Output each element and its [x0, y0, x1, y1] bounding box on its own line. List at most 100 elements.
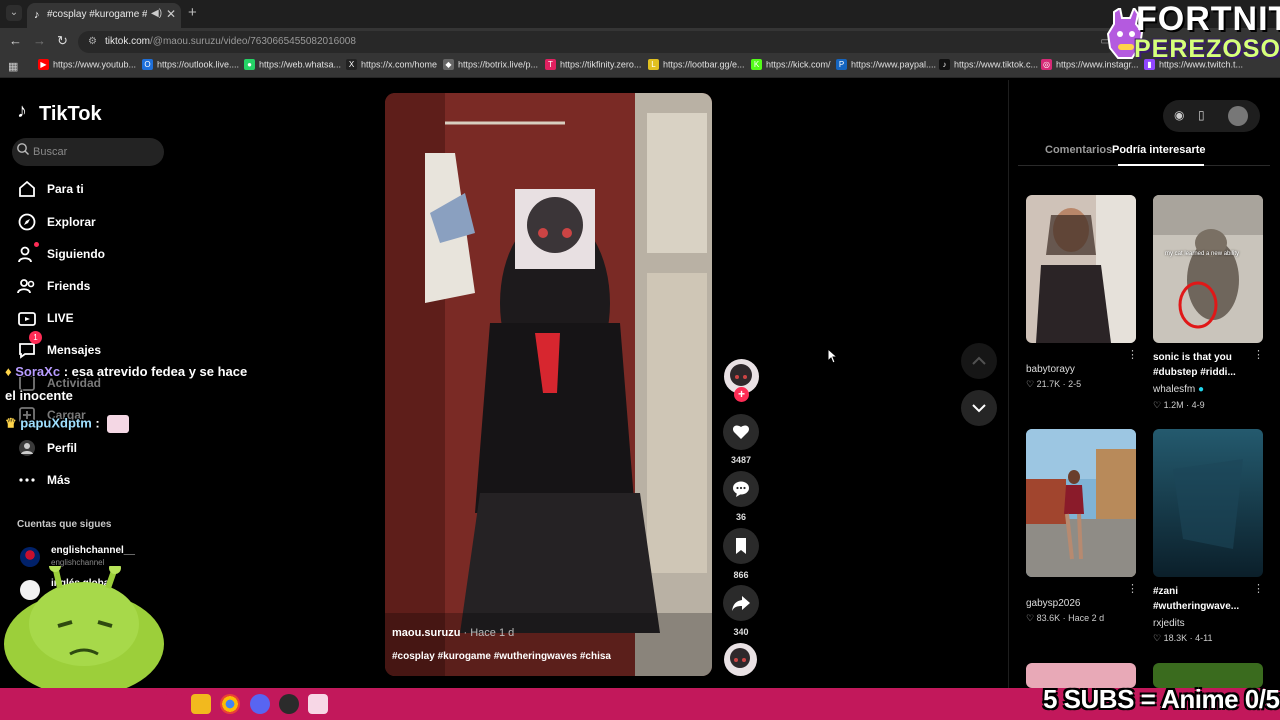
home-icon: [19, 180, 35, 197]
nav-live[interactable]: LIVE: [17, 307, 197, 331]
bookmark-item[interactable]: ◆ https://botrix.live/p...: [443, 59, 538, 75]
apps-grid-icon[interactable]: ▦: [8, 60, 18, 73]
suggested-video-title[interactable]: #zani: [1153, 585, 1178, 599]
music-disc-avatar[interactable]: [724, 643, 757, 676]
tab-suggestions[interactable]: Podría interesarte: [1112, 144, 1206, 156]
follow-button[interactable]: +: [734, 387, 749, 402]
suggested-video-stats: ♡ 83.6K · Hace 2 d: [1026, 613, 1105, 623]
chrome-icon[interactable]: [220, 694, 240, 714]
nav-friends[interactable]: Friends: [17, 275, 197, 299]
back-icon[interactable]: ←: [9, 33, 22, 48]
nav-siguiendo[interactable]: Siguiendo: [17, 242, 197, 267]
bookmark-item[interactable]: Thttps://tikfinity.zero...: [545, 59, 641, 75]
suggested-video-title-line2[interactable]: #wutheringwave...: [1153, 600, 1239, 614]
suggested-video-author[interactable]: whalesfm ●: [1153, 384, 1204, 395]
previous-video-button[interactable]: [961, 343, 997, 379]
bookmark-label: https://x.com/home: [361, 59, 438, 70]
new-tab-icon[interactable]: +: [188, 4, 197, 21]
browser-tab[interactable]: ♪ #cosplay #kurogame #wuth ◀) ✕: [27, 3, 181, 28]
bookmark-icon: [736, 538, 746, 554]
more-options-icon[interactable]: ⋮: [1127, 348, 1138, 361]
bookmark-item[interactable]: Ohttps://outlook.live....: [142, 59, 239, 75]
bookmark-item[interactable]: Phttps://www.paypal....: [836, 59, 936, 75]
nav-label: Para ti: [47, 182, 84, 196]
active-tab-indicator: [1118, 164, 1204, 166]
save-count: 866: [733, 570, 749, 580]
bookmark-favicon-icon: ●: [244, 59, 255, 71]
bookmark-label: https://tikfinity.zero...: [560, 59, 642, 70]
forward-icon[interactable]: →: [33, 33, 46, 48]
live-icon: [18, 312, 36, 326]
share-button[interactable]: [723, 585, 759, 621]
account-name: englishchannel__: [51, 545, 135, 556]
more-options-icon[interactable]: ⋮: [1253, 348, 1264, 361]
bookmark-favicon-icon: T: [545, 59, 556, 71]
nav-mensajes[interactable]: 1 Mensajes: [17, 331, 197, 363]
address-bar[interactable]: ⚙ tiktok.com/@maou.suruzu/video/76306654…: [78, 31, 1118, 53]
video-player[interactable]: [385, 93, 712, 676]
comment-button[interactable]: [723, 471, 759, 507]
tab-comments[interactable]: Comentarios: [1045, 144, 1112, 156]
more-options-icon[interactable]: ⋮: [1253, 582, 1264, 595]
suggested-video-title[interactable]: sonic is that you: [1153, 351, 1232, 365]
discord-icon[interactable]: [250, 694, 270, 714]
suggested-video-thumbnail[interactable]: my cat learned a new ability: [1153, 195, 1263, 343]
url-text: tiktok.com/@maou.suruzu/video/7630665455…: [105, 36, 356, 47]
more-options-icon[interactable]: ⋮: [1127, 582, 1138, 595]
profile-icon: [19, 440, 35, 456]
suggested-video-thumbnail[interactable]: [1026, 429, 1136, 577]
user-avatar[interactable]: [1228, 106, 1248, 126]
suggested-video-author[interactable]: rxjedits: [1153, 618, 1185, 629]
bookmark-label: https://www.tiktok.c...: [954, 59, 1039, 70]
search-input[interactable]: Buscar: [12, 138, 164, 166]
bookmark-favicon-icon: P: [836, 59, 847, 71]
suggested-video-thumbnail[interactable]: [1153, 429, 1263, 577]
nav-mas[interactable]: Más: [17, 469, 197, 493]
nav-explorar[interactable]: Explorar: [17, 211, 197, 235]
suggested-video-author[interactable]: gabysp2026: [1026, 598, 1081, 609]
site-info-icon[interactable]: ⚙: [88, 36, 97, 47]
bookmark-item[interactable]: Xhttps://x.com/home: [346, 59, 437, 75]
chevron-down-icon: [972, 404, 986, 413]
nav-para-ti[interactable]: Para ti: [17, 178, 197, 202]
speaker-icon[interactable]: ◀): [151, 8, 162, 19]
bookmark-item[interactable]: ● https://web.whatsa...: [244, 59, 341, 75]
save-button[interactable]: [723, 528, 759, 564]
nav-label: Perfil: [47, 441, 78, 455]
chevron-up-icon: [972, 356, 986, 365]
nav-perfil[interactable]: Perfil: [17, 437, 197, 461]
video-time: · Hace 1 d: [460, 627, 515, 639]
bookmark-favicon-icon: ▶: [38, 59, 49, 71]
like-button[interactable]: [723, 414, 759, 450]
suggested-video-author[interactable]: babytorayy: [1026, 364, 1075, 375]
emote-icon: [107, 415, 130, 433]
browser-tab-strip: ⌄ ♪ #cosplay #kurogame #wuth ◀) ✕ +: [0, 0, 1280, 28]
chat-text: : esa atrevido fedea y se hace: [60, 364, 248, 379]
bookmark-item[interactable]: Khttps://kick.com/: [751, 59, 831, 75]
next-video-button[interactable]: [961, 390, 997, 426]
search-taskbar-icon[interactable]: [164, 694, 184, 714]
nav-label: LIVE: [47, 311, 74, 325]
compass-small-icon[interactable]: ◉: [1174, 108, 1184, 122]
mobile-icon[interactable]: ▯: [1198, 108, 1205, 122]
suggested-video-thumbnail[interactable]: [1026, 195, 1136, 343]
reload-icon[interactable]: ↻: [57, 33, 68, 49]
tab-search-icon[interactable]: ⌄: [6, 5, 22, 21]
app-icon[interactable]: [308, 694, 328, 714]
video-hashtags[interactable]: #cosplay #kurogame #wutheringwaves #chis…: [392, 651, 611, 662]
bookmark-item[interactable]: ▶ https://www.youtub...: [38, 59, 136, 75]
share-icon: [732, 596, 750, 611]
comment-count: 36: [735, 512, 746, 522]
tiktok-wordmark: TikTok: [39, 103, 102, 125]
bookmark-item[interactable]: Lhttps://lootbar.gg/e...: [648, 59, 745, 75]
fortnite-title: FORTNITE: [1136, 0, 1280, 38]
friends-icon: [17, 279, 35, 294]
fortnite-overlay-logo: FORTNITE PEREZOSO1: [1104, 0, 1280, 66]
bookmark-item[interactable]: ♪ https://www.tiktok.c...: [939, 59, 1038, 75]
heart-icon: [732, 425, 750, 439]
suggested-video-title-line2[interactable]: #dubstep #riddi...: [1153, 366, 1236, 380]
video-author[interactable]: maou.suruzu · Hace 1 d: [392, 627, 514, 639]
close-tab-icon[interactable]: ✕: [166, 7, 176, 21]
obs-icon[interactable]: [279, 694, 299, 714]
folder-icon[interactable]: [191, 694, 211, 714]
